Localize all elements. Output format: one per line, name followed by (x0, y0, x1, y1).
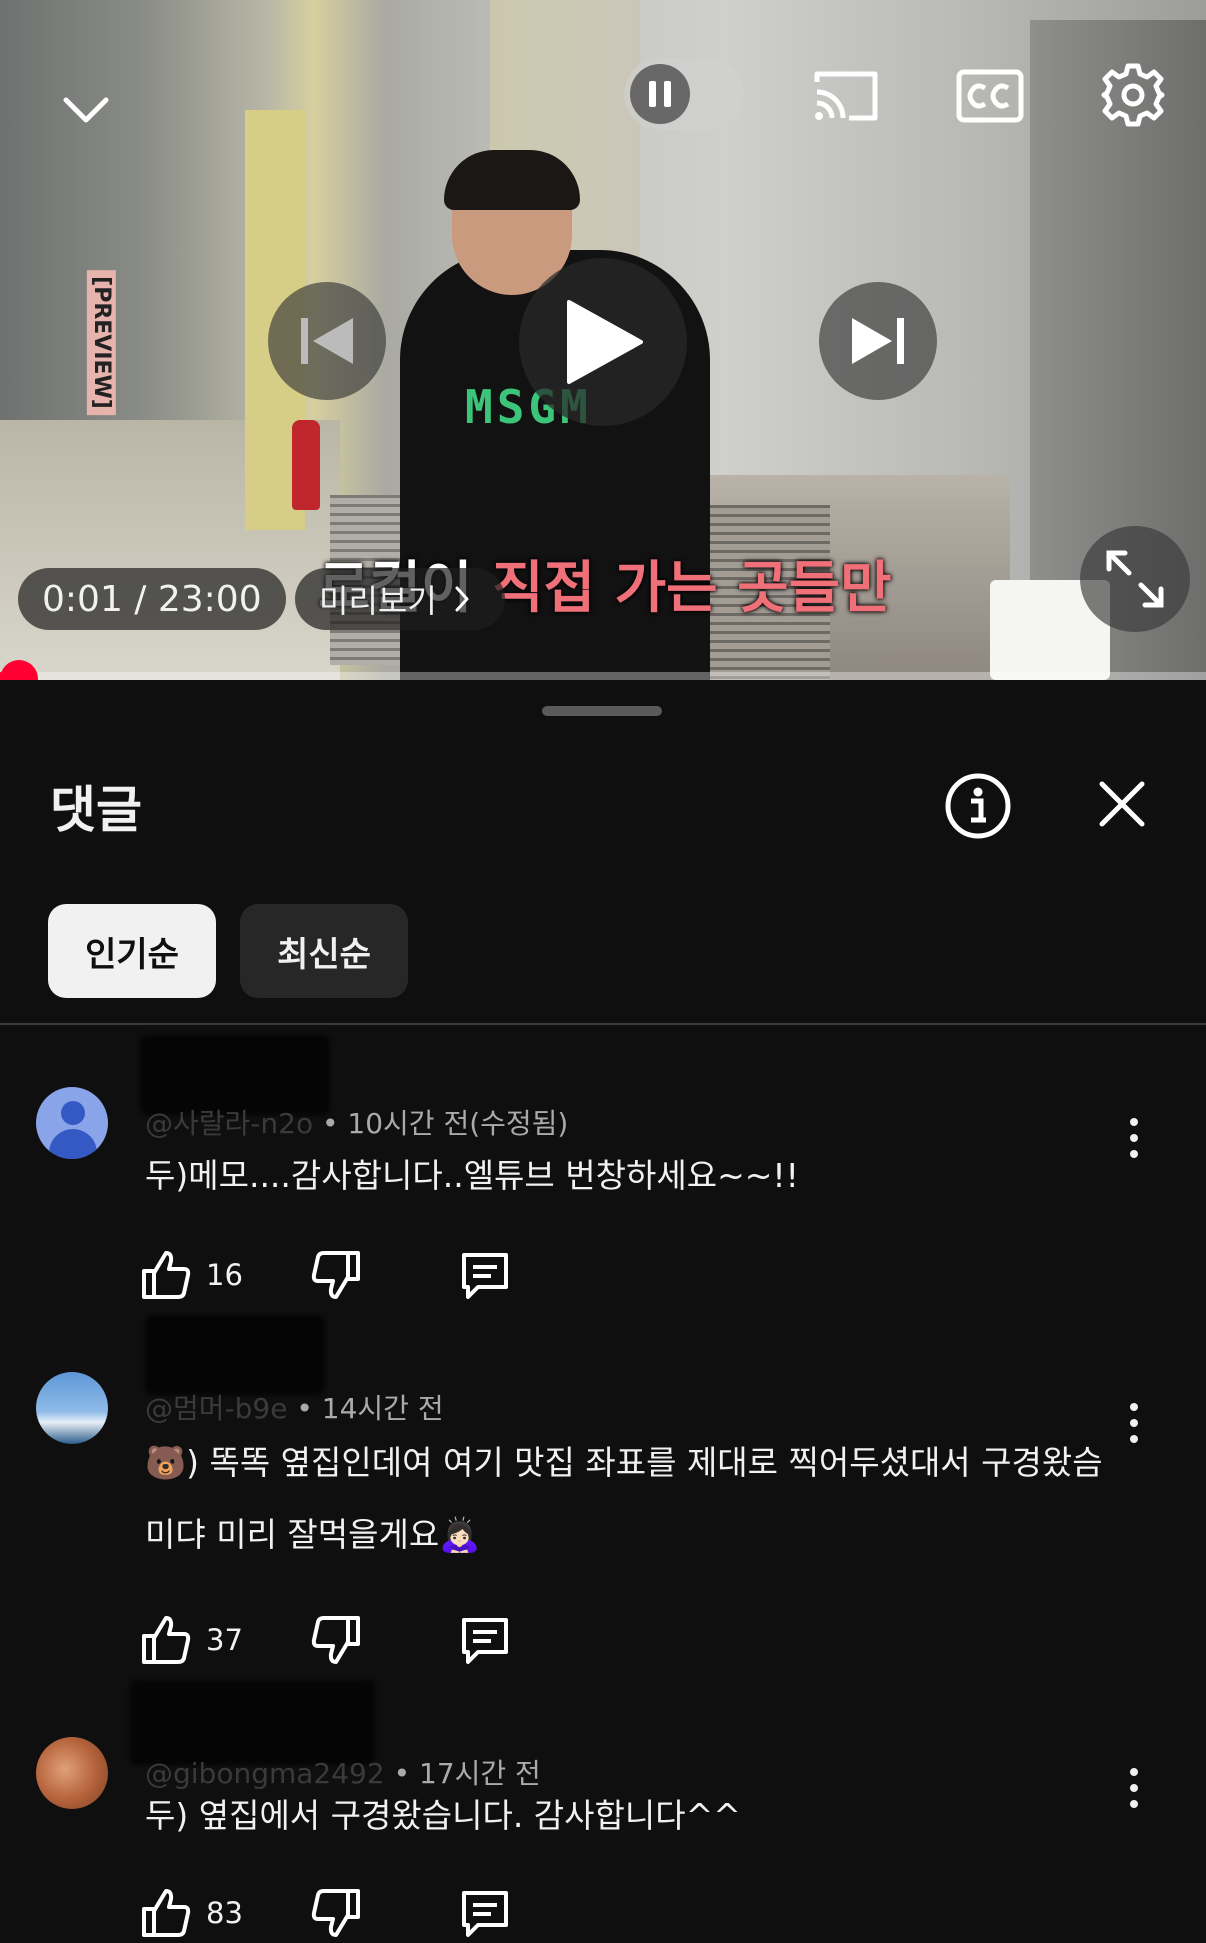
like-button[interactable]: 37 (140, 1610, 243, 1670)
like-button[interactable]: 16 (140, 1245, 243, 1305)
thumbs-up-icon (142, 1889, 191, 1937)
video-player[interactable]: MSGM [PREVIEW] 로컬이 직접 가는 곳들만 (0, 0, 1206, 680)
comment-actions: 83 (140, 1883, 640, 1943)
minimize-player-button[interactable] (58, 82, 114, 138)
captions-button[interactable] (954, 66, 1026, 126)
thumbs-up-icon (142, 1251, 191, 1299)
comment-author[interactable]: @멈머-b9e (145, 1392, 287, 1425)
next-video-button[interactable] (819, 282, 937, 400)
close-button[interactable] (1090, 772, 1154, 836)
drag-handle[interactable] (542, 706, 662, 716)
comment-menu-button[interactable] (1112, 1110, 1156, 1166)
skip-previous-icon (301, 318, 353, 364)
preview-tag-text: [PREVIEW] (86, 270, 116, 415)
divider (0, 1023, 1206, 1025)
avatar[interactable] (36, 1372, 108, 1444)
thumbs-down-icon (311, 1889, 360, 1937)
comment-text: 두) 옆집에서 구경왔습니다. 감사합니다^^ (145, 1796, 741, 1835)
reply-button[interactable] (458, 1610, 512, 1670)
like-count: 37 (206, 1623, 243, 1657)
comment-actions: 37 (140, 1610, 640, 1670)
fullscreen-icon (1106, 550, 1164, 608)
comment-text: 🐻) 똑똑 옆집인데여 여기 맛집 좌표를 제대로 찍어두셨대서 구경왔슴미댜 … (145, 1443, 1103, 1554)
reply-icon (462, 1618, 508, 1664)
autoplay-toggle[interactable] (624, 58, 744, 130)
reply-button[interactable] (458, 1883, 512, 1943)
preview-label: 미리보기 (319, 582, 437, 620)
info-button[interactable] (944, 772, 1012, 840)
fullscreen-button[interactable] (1080, 526, 1190, 632)
comment-author[interactable]: @사랄라-n2o (145, 1107, 313, 1140)
comment-meta: @멈머-b9e • 14시간 전 (145, 1392, 444, 1425)
avatar[interactable] (36, 1737, 108, 1809)
thumbs-down-icon (311, 1616, 360, 1664)
video-frame-person-hair (444, 150, 580, 210)
like-button[interactable]: 83 (140, 1883, 243, 1943)
sort-chip-newest[interactable]: 최신순 (240, 904, 408, 998)
comment-text: 두)메모....감사합니다..엘튜브 번창하세요~~!! (145, 1156, 799, 1195)
sort-chip-top[interactable]: 인기순 (48, 904, 216, 998)
cast-icon (814, 71, 878, 121)
play-icon (567, 300, 643, 384)
preview-tag: [PREVIEW] (74, 270, 116, 415)
preview-button[interactable]: 미리보기 (295, 568, 505, 630)
progress-bar[interactable] (0, 672, 1206, 680)
chevron-right-icon (455, 586, 469, 612)
reply-button[interactable] (458, 1245, 512, 1305)
gear-icon (1101, 63, 1165, 127)
chevron-down-icon (63, 97, 109, 123)
like-count: 16 (206, 1258, 243, 1292)
dislike-button[interactable] (310, 1245, 362, 1305)
like-count: 83 (206, 1896, 243, 1930)
thumbs-down-icon (311, 1251, 360, 1299)
video-frame-extinguisher (292, 420, 320, 510)
previous-video-button[interactable] (268, 282, 386, 400)
comments-panel: 댓글 인기순 최신순 @사랄라-n2o • 10시간 전(수정됨) 두)메모..… (0, 680, 1206, 1937)
comment-time: 10시간 전(수정됨) (347, 1107, 569, 1140)
comment-menu-button[interactable] (1112, 1760, 1156, 1816)
play-button[interactable] (519, 258, 687, 426)
cc-icon (956, 69, 1024, 123)
thumbs-up-icon (142, 1616, 191, 1664)
comments-title: 댓글 (50, 781, 142, 839)
cast-button[interactable] (808, 66, 884, 126)
dislike-button[interactable] (310, 1610, 362, 1670)
redaction (145, 1315, 325, 1395)
avatar[interactable] (36, 1087, 108, 1159)
time-display: 0:01 / 23:00 (18, 568, 286, 630)
comment-time: 14시간 전 (321, 1392, 444, 1425)
comment-menu-button[interactable] (1112, 1395, 1156, 1451)
skip-next-icon (852, 318, 904, 364)
comment-meta: @사랄라-n2o • 10시간 전(수정됨) (145, 1107, 569, 1140)
subtitle-red: 직접 가는 곳들만 (492, 556, 892, 621)
comment-actions: 16 (140, 1245, 640, 1305)
info-icon (945, 773, 1011, 839)
reply-icon (462, 1891, 508, 1937)
reply-icon (462, 1253, 508, 1299)
dislike-button[interactable] (310, 1883, 362, 1943)
close-icon (1099, 781, 1145, 827)
settings-button[interactable] (1098, 60, 1168, 130)
autoplay-knob (630, 64, 690, 124)
pause-icon (649, 81, 671, 107)
